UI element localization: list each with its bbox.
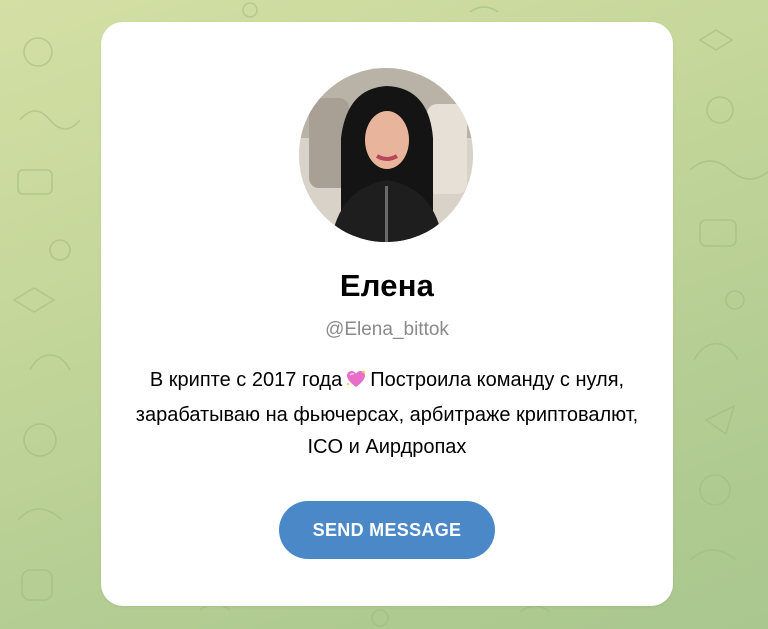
- sparkling-heart-icon: [345, 367, 367, 399]
- profile-name: Елена: [339, 268, 435, 303]
- profile-avatar[interactable]: [299, 68, 473, 242]
- bio-text-part1: В крипте с 2017 года: [149, 369, 343, 391]
- send-message-button[interactable]: SEND MESSAGE: [279, 501, 495, 559]
- profile-bio: В крипте с 2017 года Построила команду с …: [127, 364, 647, 463]
- profile-card: Елена @Elena_bittok В крипте с 2017 года…: [101, 22, 673, 606]
- avatar-image: [299, 68, 473, 242]
- profile-username[interactable]: @Elena_bittok: [101, 319, 673, 341]
